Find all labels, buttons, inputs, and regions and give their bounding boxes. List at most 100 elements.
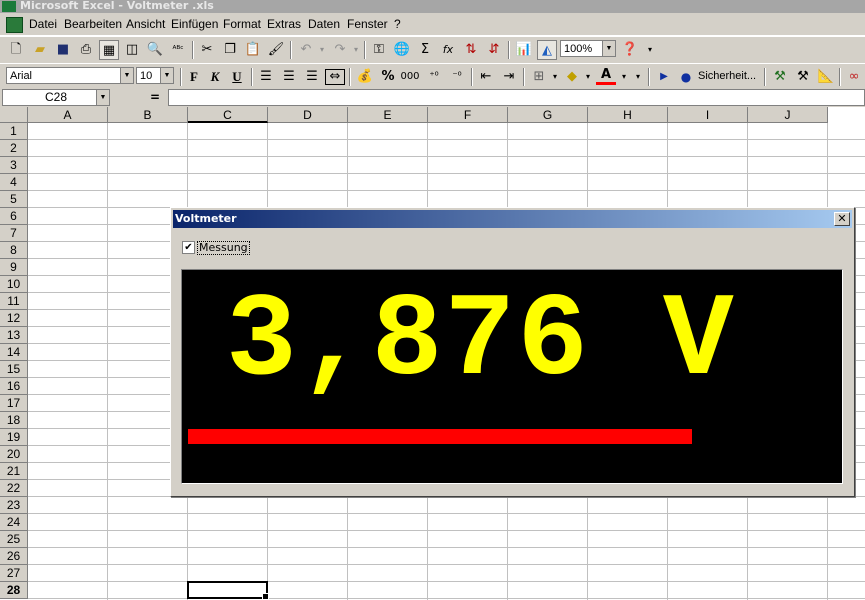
open-folder-icon[interactable]: ▰: [30, 40, 50, 60]
row-header-26[interactable]: 26: [0, 548, 28, 565]
column-header-h[interactable]: H: [588, 107, 668, 123]
fill-handle[interactable]: [262, 593, 269, 600]
measurement-checkbox-label[interactable]: Messung: [197, 241, 250, 255]
grid-view-icon[interactable]: ▦: [99, 40, 119, 60]
row-header-27[interactable]: 27: [0, 565, 28, 582]
decrease-decimal-icon[interactable]: ⁻⁰: [447, 67, 467, 87]
copy-icon[interactable]: ❐: [220, 40, 240, 60]
chevron-down-icon[interactable]: ▼: [120, 68, 133, 83]
row-header-4[interactable]: 4: [0, 174, 28, 191]
column-header-f[interactable]: F: [428, 107, 508, 123]
row-header-2[interactable]: 2: [0, 140, 28, 157]
key-icon[interactable]: ⚿: [369, 40, 389, 60]
play-icon[interactable]: ▶: [654, 67, 674, 87]
column-header-j[interactable]: J: [748, 107, 828, 123]
select-all-corner[interactable]: [0, 107, 28, 123]
column-header-e[interactable]: E: [348, 107, 428, 123]
percent-button[interactable]: %: [378, 67, 398, 87]
row-header-7[interactable]: 7: [0, 225, 28, 242]
sort-ascending-icon[interactable]: ⇅: [461, 40, 481, 60]
spelling-icon[interactable]: ᴬᴮᶜ: [168, 40, 188, 60]
row-header-6[interactable]: 6: [0, 208, 28, 225]
new-file-icon[interactable]: 🗋: [6, 40, 26, 60]
row-header-20[interactable]: 20: [0, 446, 28, 463]
align-center-icon[interactable]: ☰: [279, 67, 299, 87]
function-icon[interactable]: fx: [438, 40, 458, 60]
edit-formula-button[interactable]: =: [150, 90, 160, 104]
design-mode-icon[interactable]: 📐: [816, 67, 836, 87]
chevron-down-icon[interactable]: ▼: [96, 90, 109, 105]
column-header-i[interactable]: I: [668, 107, 748, 123]
print-icon[interactable]: ⎙: [76, 40, 96, 60]
column-header-b[interactable]: B: [108, 107, 188, 123]
security-button[interactable]: Sicherheit...: [698, 70, 756, 82]
row-header-19[interactable]: 19: [0, 429, 28, 446]
column-header-a[interactable]: A: [28, 107, 108, 123]
control-toolbox-icon[interactable]: ⚒: [770, 67, 790, 87]
link-icon[interactable]: ∞: [844, 67, 864, 87]
row-header-24[interactable]: 24: [0, 514, 28, 531]
row-header-28[interactable]: 28: [0, 582, 28, 599]
row-header-15[interactable]: 15: [0, 361, 28, 378]
menu-einfuegen[interactable]: Einfügen: [171, 17, 218, 31]
row-header-3[interactable]: 3: [0, 157, 28, 174]
close-icon[interactable]: ✕: [834, 212, 850, 226]
row-header-17[interactable]: 17: [0, 395, 28, 412]
menu-datei[interactable]: Datei: [29, 17, 57, 31]
fill-color-dropdown-icon[interactable]: ▾: [578, 67, 598, 87]
row-header-8[interactable]: 8: [0, 242, 28, 259]
workbook-icon[interactable]: [6, 17, 23, 33]
row-header-14[interactable]: 14: [0, 344, 28, 361]
paste-icon[interactable]: 📋: [243, 40, 263, 60]
row-header-21[interactable]: 21: [0, 463, 28, 480]
italic-button[interactable]: K: [205, 67, 225, 87]
row-header-23[interactable]: 23: [0, 497, 28, 514]
help-icon[interactable]: ❓: [620, 40, 640, 60]
bold-button[interactable]: F: [184, 67, 204, 87]
font-size-select[interactable]: 10 ▼: [136, 67, 174, 84]
align-right-icon[interactable]: ☰: [302, 67, 322, 87]
menu-daten[interactable]: Daten: [308, 17, 340, 31]
font-name-select[interactable]: Arial ▼: [6, 67, 134, 84]
row-header-13[interactable]: 13: [0, 327, 28, 344]
menu-ansicht[interactable]: Ansicht: [126, 17, 165, 31]
row-header-16[interactable]: 16: [0, 378, 28, 395]
row-header-5[interactable]: 5: [0, 191, 28, 208]
menu-bearbeiten[interactable]: Bearbeiten: [64, 17, 122, 31]
menu-format[interactable]: Format: [223, 17, 261, 31]
formula-input[interactable]: [168, 89, 865, 106]
record-icon[interactable]: ●: [676, 67, 696, 87]
currency-icon[interactable]: 💰: [355, 67, 375, 87]
row-header-10[interactable]: 10: [0, 276, 28, 293]
drawing-icon[interactable]: ◭: [537, 40, 557, 60]
tools-icon[interactable]: ⚒: [793, 67, 813, 87]
redo-dropdown-icon[interactable]: ▾: [346, 40, 366, 60]
page-layout-icon[interactable]: ◫: [122, 40, 142, 60]
selected-cell[interactable]: [187, 581, 269, 600]
row-header-1[interactable]: 1: [0, 123, 28, 140]
underline-button[interactable]: U: [227, 67, 247, 87]
align-left-icon[interactable]: ☰: [256, 67, 276, 87]
column-header-d[interactable]: D: [268, 107, 348, 123]
menu-help[interactable]: ?: [394, 17, 401, 31]
row-header-11[interactable]: 11: [0, 293, 28, 310]
row-header-25[interactable]: 25: [0, 531, 28, 548]
decrease-indent-icon[interactable]: ⇤: [476, 67, 496, 87]
format-painter-icon[interactable]: 🖌: [266, 40, 286, 60]
print-preview-icon[interactable]: 🔍: [145, 40, 165, 60]
menu-fenster[interactable]: Fenster: [347, 17, 388, 31]
zoom-select[interactable]: 100% ▼: [560, 40, 616, 57]
name-box[interactable]: C28 ▼: [2, 89, 110, 106]
menu-extras[interactable]: Extras: [267, 17, 301, 31]
dialog-titlebar[interactable]: Voltmeter ✕: [173, 210, 852, 228]
row-header-9[interactable]: 9: [0, 259, 28, 276]
undo-dropdown-icon[interactable]: ▾: [312, 40, 332, 60]
row-header-18[interactable]: 18: [0, 412, 28, 429]
column-header-c[interactable]: C: [188, 107, 268, 123]
row-header-22[interactable]: 22: [0, 480, 28, 497]
increase-indent-icon[interactable]: ⇥: [499, 67, 519, 87]
thousands-button[interactable]: 000: [400, 67, 420, 87]
save-icon[interactable]: ■: [53, 40, 73, 60]
toolbar-options-icon[interactable]: ▾: [628, 67, 648, 87]
toolbar-options-icon[interactable]: ▾: [640, 40, 660, 60]
